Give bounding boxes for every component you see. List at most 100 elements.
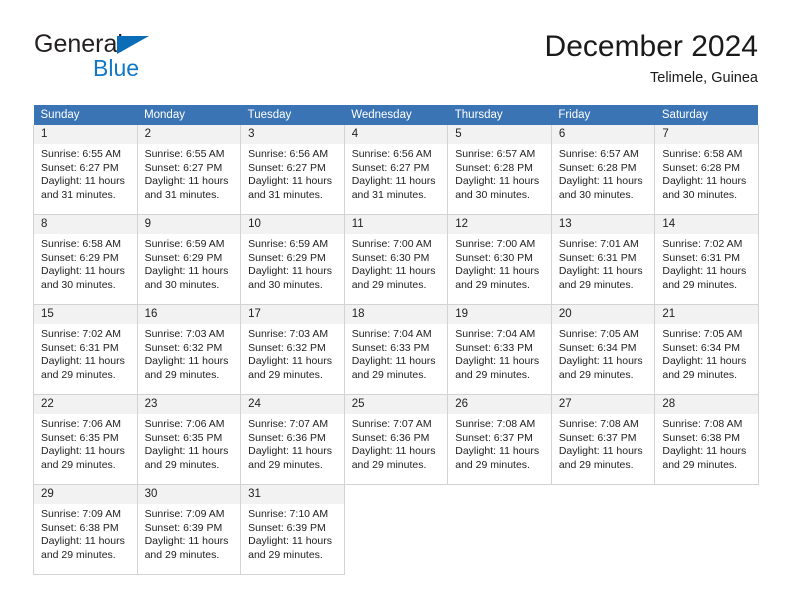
calendar-day-cell[interactable]: 28 Sunrise: 7:08 AM Sunset: 6:38 PM Dayligh…: [654, 394, 759, 485]
calendar-day-cell[interactable]: 4 Sunrise: 6:56 AM Sunset: 6:27 PM Daylight…: [343, 125, 449, 215]
daylight-text-line2: and 29 minutes.: [41, 548, 116, 561]
sunset-text: Sunset: 6:28 PM: [455, 161, 533, 174]
calendar-day-cell[interactable]: 23 Sunrise: 7:06 AM Sunset: 6:35 PM Dayligh…: [136, 394, 242, 485]
weekday-header-saturday: Saturday: [654, 105, 759, 125]
daylight-text-line2: and 29 minutes.: [144, 368, 220, 381]
day-details: Sunrise: 7:05 AM Sunset: 6:34 PM Daylight:…: [552, 324, 655, 382]
calendar-day-cell[interactable]: 5 Sunrise: 6:57 AM Sunset: 6:28 PM Daylight…: [447, 125, 552, 215]
day-number: 8: [34, 215, 137, 234]
sunset-text: Sunset: 6:35 PM: [41, 431, 119, 444]
day-number: 26: [448, 395, 551, 414]
day-details: Sunrise: 6:56 AM Sunset: 6:27 PM Daylight:…: [345, 144, 448, 202]
calendar-day-cell[interactable]: 26 Sunrise: 7:08 AM Sunset: 6:37 PM Dayligh…: [447, 394, 552, 485]
day-number: 10: [241, 215, 344, 234]
calendar-day-cell[interactable]: 8 Sunrise: 6:58 AM Sunset: 6:29 PM Daylight…: [33, 214, 138, 305]
sunset-text: Sunset: 6:27 PM: [41, 161, 119, 174]
calendar-day-cell[interactable]: 18 Sunrise: 7:04 AM Sunset: 6:33 PM Dayligh…: [343, 304, 449, 395]
sunset-text: Sunset: 6:37 PM: [455, 431, 533, 444]
daylight-text-line1: Daylight: 11 hours: [248, 445, 332, 458]
day-details: Sunrise: 6:56 AM Sunset: 6:27 PM Daylight:…: [241, 144, 344, 202]
daylight-text-line2: and 30 minutes.: [248, 278, 323, 291]
calendar-day-cell[interactable]: 1 Sunrise: 6:55 AM Sunset: 6:27 PM Daylight…: [33, 125, 138, 215]
day-details: Sunrise: 6:59 AM Sunset: 6:29 PM Daylight:…: [138, 234, 241, 292]
calendar-day-cell[interactable]: 13 Sunrise: 7:01 AM Sunset: 6:31 PM Dayligh…: [550, 214, 656, 305]
calendar-day-cell[interactable]: 22 Sunrise: 7:06 AM Sunset: 6:35 PM Dayligh…: [33, 394, 138, 485]
daylight-text-line1: Daylight: 11 hours: [662, 445, 747, 458]
daylight-text-line2: and 29 minutes.: [144, 548, 220, 561]
day-details: Sunrise: 7:07 AM Sunset: 6:36 PM Daylight:…: [345, 414, 448, 472]
calendar-day-cell[interactable]: 7 Sunrise: 6:58 AM Sunset: 6:28 PM Daylight…: [654, 125, 759, 215]
calendar-day-cell[interactable]: 31 Sunrise: 7:10 AM Sunset: 6:39 PM Dayligh…: [240, 484, 345, 575]
day-details: Sunrise: 6:55 AM Sunset: 6:27 PM Daylight:…: [34, 144, 137, 202]
daylight-text-line1: Daylight: 11 hours: [41, 175, 125, 188]
page-subtitle: Telimele, Guinea: [650, 69, 758, 86]
sunrise-text: Sunrise: 7:08 AM: [662, 418, 743, 430]
day-number: 24: [241, 395, 344, 414]
calendar-day-cell[interactable]: 20 Sunrise: 7:05 AM Sunset: 6:34 PM Dayligh…: [550, 304, 656, 395]
calendar-day-cell[interactable]: 9 Sunrise: 6:59 AM Sunset: 6:29 PM Daylight…: [136, 214, 242, 305]
weekday-header-row: Sunday Monday Tuesday Wednesday Thursday…: [33, 105, 759, 125]
daylight-text-line1: Daylight: 11 hours: [144, 355, 229, 368]
calendar-day-cell[interactable]: 24 Sunrise: 7:07 AM Sunset: 6:36 PM Dayligh…: [240, 394, 345, 485]
calendar-day-cell[interactable]: 27 Sunrise: 7:08 AM Sunset: 6:37 PM Dayligh…: [550, 394, 656, 485]
calendar-day-cell[interactable]: 15 Sunrise: 7:02 AM Sunset: 6:31 PM Dayligh…: [33, 304, 138, 395]
calendar-day-cell[interactable]: 14 Sunrise: 7:02 AM Sunset: 6:31 PM Dayligh…: [654, 214, 759, 305]
calendar-day-cell[interactable]: 3 Sunrise: 6:56 AM Sunset: 6:27 PM Daylight…: [240, 125, 345, 215]
calendar-day-cell[interactable]: 2 Sunrise: 6:55 AM Sunset: 6:27 PM Daylight…: [136, 125, 242, 215]
sunrise-text: Sunrise: 7:06 AM: [41, 418, 121, 430]
calendar-day-cell-empty: [447, 484, 552, 575]
calendar-week-row: 15 Sunrise: 7:02 AM Sunset: 6:31 PM Dayligh…: [33, 304, 759, 395]
calendar-day-cell[interactable]: 12 Sunrise: 7:00 AM Sunset: 6:30 PM Dayligh…: [447, 214, 552, 305]
calendar-day-cell[interactable]: 30 Sunrise: 7:09 AM Sunset: 6:39 PM Dayligh…: [136, 484, 242, 575]
daylight-text-line2: and 31 minutes.: [248, 188, 323, 201]
daylight-text-line1: Daylight: 11 hours: [41, 535, 125, 548]
day-details: Sunrise: 7:09 AM Sunset: 6:38 PM Daylight:…: [34, 504, 137, 562]
calendar-day-cell[interactable]: 29 Sunrise: 7:09 AM Sunset: 6:38 PM Dayligh…: [33, 484, 138, 575]
sunset-text: Sunset: 6:33 PM: [455, 341, 533, 354]
calendar-day-cell[interactable]: 6 Sunrise: 6:57 AM Sunset: 6:28 PM Daylight…: [550, 125, 656, 215]
sunrise-text: Sunrise: 7:10 AM: [248, 508, 329, 520]
daylight-text-line2: and 29 minutes.: [248, 458, 323, 471]
calendar-day-cell[interactable]: 17 Sunrise: 7:03 AM Sunset: 6:32 PM Dayligh…: [240, 304, 345, 395]
sunset-text: Sunset: 6:30 PM: [455, 251, 533, 264]
sunset-text: Sunset: 6:29 PM: [248, 251, 326, 264]
day-details: Sunrise: 7:02 AM Sunset: 6:31 PM Daylight:…: [34, 324, 137, 382]
daylight-text-line1: Daylight: 11 hours: [351, 265, 436, 278]
sunset-text: Sunset: 6:31 PM: [662, 251, 741, 264]
daylight-text-line1: Daylight: 11 hours: [558, 445, 643, 458]
sunrise-text: Sunrise: 7:03 AM: [248, 328, 329, 340]
day-number: 9: [137, 215, 241, 234]
sunrise-text: Sunrise: 7:08 AM: [558, 418, 639, 430]
daylight-text-line1: Daylight: 11 hours: [144, 175, 229, 188]
day-number: 27: [551, 395, 655, 414]
sunrise-text: Sunrise: 6:58 AM: [41, 238, 121, 250]
calendar-week-row: 22 Sunrise: 7:06 AM Sunset: 6:35 PM Dayligh…: [33, 394, 759, 485]
calendar-day-cell[interactable]: 25 Sunrise: 7:07 AM Sunset: 6:36 PM Dayligh…: [343, 394, 449, 485]
daylight-text-line2: and 30 minutes.: [144, 278, 220, 291]
page-header: General Blue December 2024 Telimele, Gui…: [33, 30, 758, 92]
daylight-text-line1: Daylight: 11 hours: [351, 175, 436, 188]
brand-logo[interactable]: General Blue: [33, 30, 293, 86]
daylight-text-line2: and 31 minutes.: [144, 188, 220, 201]
daylight-text-line2: and 30 minutes.: [558, 188, 634, 201]
daylight-text-line2: and 29 minutes.: [558, 368, 634, 381]
sunset-text: Sunset: 6:28 PM: [662, 161, 741, 174]
day-number: 6: [551, 125, 655, 144]
daylight-text-line2: and 31 minutes.: [351, 188, 427, 201]
daylight-text-line1: Daylight: 11 hours: [144, 265, 229, 278]
calendar-day-cell[interactable]: 21 Sunrise: 7:05 AM Sunset: 6:34 PM Dayligh…: [654, 304, 759, 395]
sunset-text: Sunset: 6:34 PM: [558, 341, 637, 354]
calendar-day-cell[interactable]: 16 Sunrise: 7:03 AM Sunset: 6:32 PM Dayligh…: [136, 304, 242, 395]
day-details: Sunrise: 7:02 AM Sunset: 6:31 PM Daylight:…: [655, 234, 758, 292]
day-number: 14: [655, 215, 758, 234]
sunrise-text: Sunrise: 6:57 AM: [455, 148, 536, 160]
triangle-icon: [117, 36, 149, 54]
sunrise-text: Sunrise: 6:57 AM: [558, 148, 639, 160]
calendar-day-cell[interactable]: 10 Sunrise: 6:59 AM Sunset: 6:29 PM Dayligh…: [240, 214, 345, 305]
daylight-text-line2: and 29 minutes.: [248, 368, 323, 381]
day-number: 7: [655, 125, 758, 144]
calendar-day-cell[interactable]: 11 Sunrise: 7:00 AM Sunset: 6:30 PM Dayligh…: [343, 214, 449, 305]
day-details: Sunrise: 7:03 AM Sunset: 6:32 PM Daylight:…: [241, 324, 344, 382]
calendar-day-cell[interactable]: 19 Sunrise: 7:04 AM Sunset: 6:33 PM Dayligh…: [447, 304, 552, 395]
day-number: 25: [344, 395, 448, 414]
